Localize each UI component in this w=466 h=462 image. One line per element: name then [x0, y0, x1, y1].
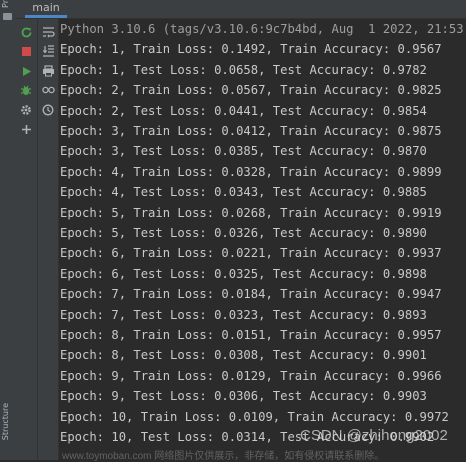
- console-line: Epoch: 8, Test Loss: 0.0308, Test Accura…: [60, 348, 427, 363]
- pin-tab-icon[interactable]: [17, 120, 35, 138]
- console-output[interactable]: Python 3.10.6 (tags/v3.10.6:9c7b4bd, Aug…: [59, 19, 466, 460]
- console-line: Epoch: 10, Train Loss: 0.0109, Train Acc…: [60, 409, 449, 424]
- debug-icon[interactable]: [17, 81, 35, 99]
- view-variables-icon[interactable]: [39, 81, 57, 99]
- console-line: Epoch: 2, Test Loss: 0.0441, Test Accura…: [60, 103, 427, 118]
- console-line: Epoch: 1, Train Loss: 0.1492, Train Accu…: [60, 42, 442, 57]
- run-tab-bar: main: [15, 0, 466, 19]
- console-line: Epoch: 7, Test Loss: 0.0323, Test Accura…: [60, 307, 427, 322]
- print-icon[interactable]: [39, 62, 57, 80]
- project-tool-strip: Pr Structure: [0, 0, 16, 460]
- history-icon[interactable]: [39, 101, 57, 119]
- csdn-watermark: CSDN @zhihong2002: [300, 427, 448, 444]
- project-tab-label[interactable]: Pr: [1, 0, 10, 8]
- console-line: Epoch: 9, Test Loss: 0.0306, Test Accura…: [60, 389, 427, 404]
- console-line: Epoch: 3, Train Loss: 0.0412, Train Accu…: [60, 124, 442, 138]
- console-line: Epoch: 9, Train Loss: 0.0129, Train Accu…: [60, 368, 442, 383]
- run-icon[interactable]: [17, 62, 35, 80]
- console-line: Epoch: 5, Test Loss: 0.0326, Test Accura…: [60, 226, 427, 240]
- console-line: Epoch: 7, Train Loss: 0.0184, Train Accu…: [60, 287, 442, 302]
- folder-icon: [3, 13, 12, 20]
- console-line: Epoch: 5, Train Loss: 0.0268, Train Accu…: [60, 205, 442, 220]
- console-line: Epoch: 6, Test Loss: 0.0325, Test Accura…: [60, 266, 427, 281]
- console-line: Epoch: 2, Train Loss: 0.0567, Train Accu…: [60, 83, 442, 98]
- run-toolbar-secondary: [38, 19, 59, 460]
- console-line: Epoch: 4, Train Loss: 0.0328, Train Accu…: [60, 164, 442, 179]
- structure-tab-label[interactable]: Structure: [1, 403, 10, 440]
- rerun-icon[interactable]: [17, 23, 35, 41]
- console-line: Epoch: 6, Train Loss: 0.0221, Train Accu…: [60, 246, 442, 261]
- soft-wrap-icon[interactable]: [39, 23, 57, 41]
- stop-icon[interactable]: [17, 42, 35, 60]
- console-line: Epoch: 4, Test Loss: 0.0343, Test Accura…: [60, 185, 427, 200]
- tab-main[interactable]: main: [25, 0, 67, 18]
- settings-icon[interactable]: [17, 101, 35, 119]
- console-header-line: Python 3.10.6 (tags/v3.10.6:9c7b4bd, Aug…: [60, 22, 466, 36]
- console-line: Epoch: 8, Train Loss: 0.0151, Train Accu…: [60, 328, 442, 342]
- run-toolbar-primary: [15, 19, 38, 460]
- console-line: Epoch: 3, Test Loss: 0.0385, Test Accura…: [60, 144, 427, 159]
- console-line: Epoch: 1, Test Loss: 0.0658, Test Accura…: [60, 62, 427, 77]
- scroll-to-end-icon[interactable]: [39, 42, 57, 60]
